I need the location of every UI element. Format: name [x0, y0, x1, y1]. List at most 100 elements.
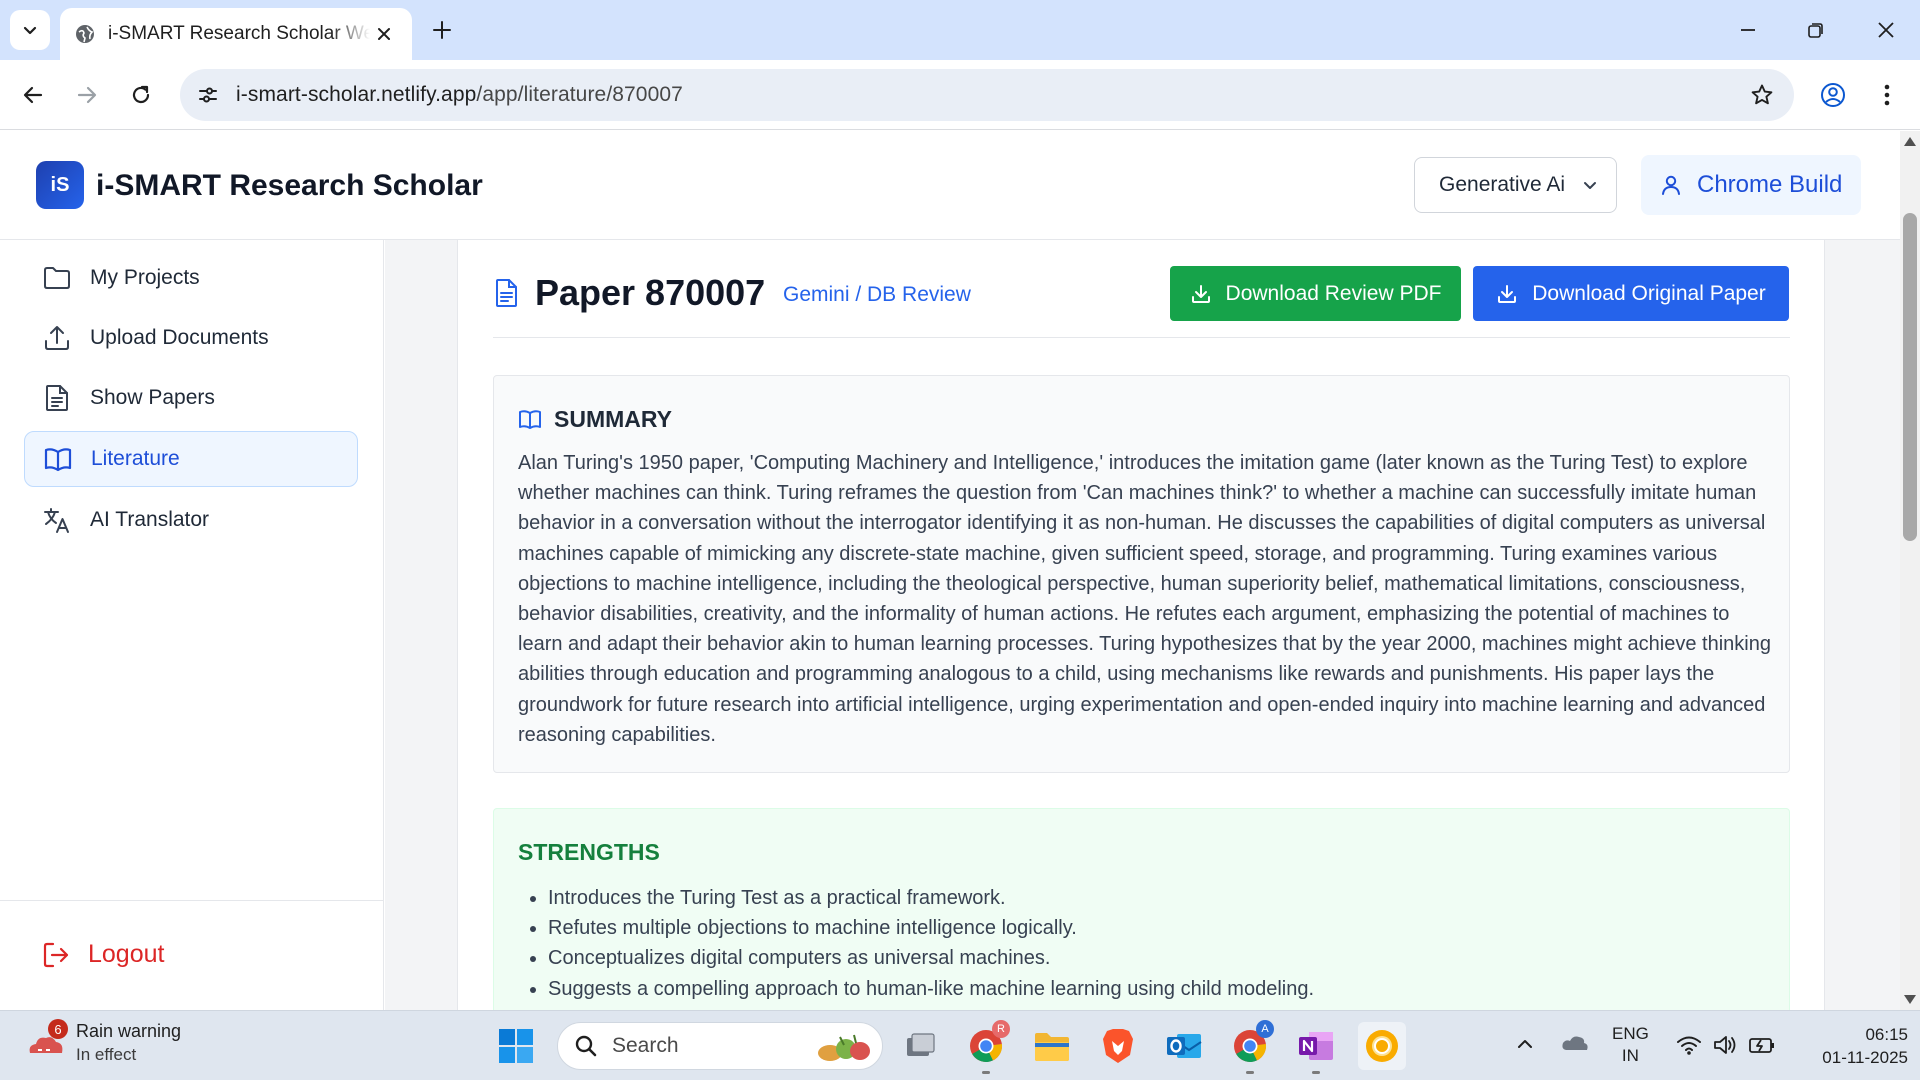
tab-search-button[interactable] — [10, 10, 50, 50]
paper-source-link[interactable]: Gemini / DB Review — [783, 283, 971, 307]
scrollbar-thumb[interactable] — [1903, 213, 1917, 541]
wifi-icon — [1676, 1033, 1702, 1057]
restore-button[interactable] — [1788, 8, 1844, 52]
translate-icon — [44, 508, 69, 533]
rain-warning-icon: 6 — [26, 1019, 68, 1063]
windows-logo-icon — [499, 1029, 533, 1063]
folder-icon — [1035, 1033, 1069, 1061]
minimize-button[interactable] — [1720, 8, 1776, 52]
taskbar-chrome-canary[interactable] — [1358, 1022, 1406, 1070]
sidebar-item-label: Show Papers — [90, 386, 215, 409]
folder-icon — [44, 267, 70, 289]
list-item: Refutes multiple objections to machine i… — [548, 913, 1748, 943]
sidebar-item-literature[interactable]: Literature — [24, 431, 358, 487]
strengths-list: Introduces the Turing Test as a practica… — [548, 883, 1748, 1004]
sidebar-item-my-projects[interactable]: My Projects — [24, 250, 358, 306]
list-item: Suggests a compelling approach to human-… — [548, 974, 1748, 1004]
user-account-button[interactable]: Chrome Build — [1641, 155, 1861, 215]
app-header: iS i-SMART Research Scholar Generative A… — [0, 131, 1900, 240]
chevron-down-icon — [1584, 182, 1596, 189]
weather-alert-badge: 6 — [48, 1019, 68, 1039]
page-scrollbar[interactable] — [1900, 131, 1920, 1010]
download-review-label: Download Review PDF — [1225, 281, 1442, 305]
document-icon — [496, 279, 517, 307]
url-domain: i-smart-scholar.netlify.app — [236, 83, 477, 106]
book-open-icon — [44, 448, 72, 472]
download-icon — [1498, 284, 1517, 303]
taskbar-chrome-profile-a[interactable]: A — [1226, 1020, 1274, 1074]
scroll-down-arrow[interactable] — [1904, 995, 1916, 1004]
outlook-icon — [1167, 1034, 1202, 1058]
taskbar-outlook[interactable] — [1160, 1022, 1208, 1070]
url-path: /app/literature/870007 — [476, 83, 683, 106]
new-tab-button[interactable] — [424, 12, 460, 48]
search-placeholder: Search — [612, 1034, 679, 1057]
taskbar-clock[interactable]: 06:15 01-11-2025 — [1790, 1023, 1908, 1069]
profile-button[interactable] — [1810, 72, 1856, 118]
download-original-paper-button[interactable]: Download Original Paper — [1473, 266, 1789, 321]
volume-icon — [1712, 1033, 1738, 1057]
profile-badge: R — [992, 1020, 1010, 1038]
clock-date: 01-11-2025 — [1822, 1048, 1908, 1067]
language-indicator[interactable]: ENG IN — [1612, 1023, 1649, 1067]
active-tab[interactable]: i-SMART Research Scholar Web — [60, 8, 412, 60]
taskbar-brave[interactable] — [1094, 1022, 1142, 1070]
sidebar-item-show-papers[interactable]: Show Papers — [24, 370, 358, 426]
close-icon — [1878, 22, 1894, 38]
address-bar[interactable]: i-smart-scholar.netlify.app/app/literatu… — [180, 69, 1794, 121]
taskbar-search[interactable]: Search — [557, 1022, 883, 1070]
arrow-right-icon — [77, 86, 97, 104]
model-select[interactable]: Generative Ai — [1414, 157, 1617, 213]
chrome-canary-icon — [1366, 1030, 1398, 1062]
site-info-button[interactable] — [188, 75, 228, 115]
summary-heading: SUMMARY — [518, 406, 672, 433]
chevron-down-icon — [23, 26, 37, 35]
system-tray[interactable] — [1676, 1033, 1786, 1057]
lang-line-2: IN — [1621, 1046, 1639, 1065]
sidebar-divider — [0, 900, 383, 901]
weather-widget[interactable]: 6 Rain warning In effect — [26, 1019, 181, 1065]
back-button[interactable] — [10, 72, 56, 118]
taskbar-onenote[interactable] — [1292, 1022, 1340, 1074]
arrow-left-icon — [23, 86, 43, 104]
reload-button[interactable] — [118, 72, 164, 118]
globe-icon — [76, 25, 94, 43]
url-text[interactable]: i-smart-scholar.netlify.app/app/literatu… — [236, 83, 683, 107]
tune-icon — [199, 87, 217, 103]
start-button[interactable] — [496, 1026, 536, 1066]
model-select-value: Generative Ai — [1439, 173, 1566, 196]
menu-button[interactable] — [1864, 72, 1910, 118]
tab-close-button[interactable] — [370, 20, 398, 48]
sidebar-item-upload-documents[interactable]: Upload Documents — [24, 310, 358, 366]
star-icon — [1751, 84, 1773, 105]
browser-tab-bar: i-SMART Research Scholar Web — [0, 0, 1920, 60]
download-icon — [1191, 284, 1210, 303]
logout-button[interactable]: Logout — [42, 940, 164, 969]
bookmark-button[interactable] — [1744, 77, 1780, 113]
plus-icon — [433, 21, 451, 39]
windows-taskbar: 6 Rain warning In effect Search R A ENG … — [0, 1010, 1920, 1080]
sidebar-item-label: AI Translator — [90, 508, 210, 531]
strengths-heading: STRENGTHS — [518, 839, 660, 865]
download-review-pdf-button[interactable]: Download Review PDF — [1170, 266, 1461, 321]
profile-badge: A — [1256, 1020, 1274, 1038]
browser-toolbar: i-smart-scholar.netlify.app/app/literatu… — [0, 60, 1920, 130]
user-icon — [1662, 175, 1680, 195]
close-icon — [378, 28, 390, 40]
scroll-up-arrow[interactable] — [1904, 137, 1916, 146]
taskbar-task-view[interactable] — [896, 1022, 944, 1070]
book-open-icon — [519, 409, 541, 429]
onedrive-tray[interactable] — [1560, 1031, 1590, 1055]
onenote-icon — [1299, 1032, 1333, 1060]
cloud-icon — [1562, 1036, 1588, 1050]
forward-button[interactable] — [64, 72, 110, 118]
page-title: Paper 870007 — [535, 272, 766, 313]
user-name: Chrome Build — [1697, 171, 1843, 198]
sidebar-item-ai-translator[interactable]: AI Translator — [24, 492, 358, 548]
show-hidden-icons-button[interactable] — [1514, 1033, 1536, 1055]
close-window-button[interactable] — [1858, 8, 1914, 52]
logout-icon — [43, 942, 69, 967]
taskbar-file-explorer[interactable] — [1028, 1022, 1076, 1070]
taskbar-chrome-profile-r[interactable]: R — [962, 1020, 1010, 1074]
task-view-icon — [907, 1033, 935, 1056]
